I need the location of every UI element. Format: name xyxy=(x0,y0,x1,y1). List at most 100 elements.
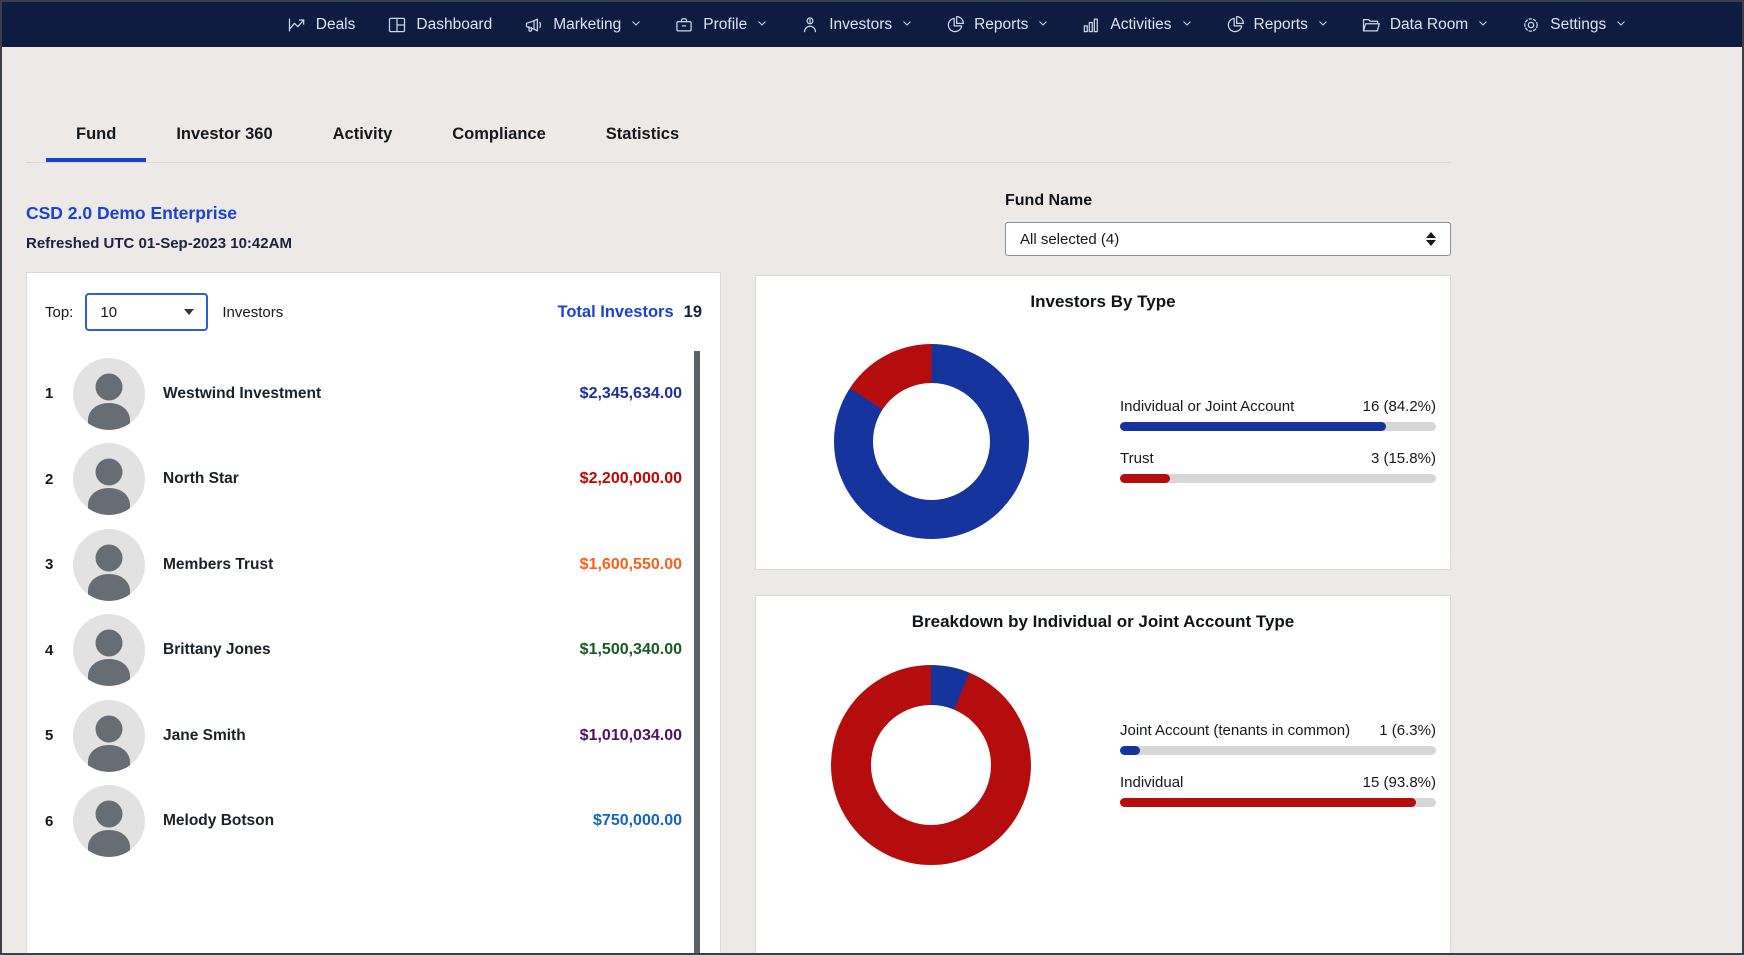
nav-item-label: Activities xyxy=(1110,16,1171,34)
nav-item-label: Reports xyxy=(1254,16,1308,34)
top-count-select[interactable]: 10 xyxy=(85,293,208,331)
top-count-value: 10 xyxy=(100,304,117,321)
nav-item-settings[interactable]: Settings xyxy=(1521,15,1627,35)
list-item[interactable]: 3 Members Trust $1,600,550.00 xyxy=(45,522,682,608)
rank-number: 1 xyxy=(45,385,73,402)
bar-chart-icon xyxy=(1081,15,1101,35)
rank-number: 6 xyxy=(45,813,73,830)
fund-name-select[interactable]: All selected (4) xyxy=(1005,222,1451,256)
nav-item-reports[interactable]: Reports xyxy=(945,15,1049,35)
pie-chart-icon xyxy=(945,15,965,35)
top-nav: Deals Dashboard Marketing Profile xyxy=(2,2,1742,47)
list-item[interactable]: 1 Westwind Investment $2,345,634.00 xyxy=(45,351,682,437)
investor-amount: $1,010,034.00 xyxy=(580,727,682,745)
list-item[interactable]: 5 Jane Smith $1,010,034.00 xyxy=(45,693,682,779)
investor-amount: $1,600,550.00 xyxy=(580,556,682,574)
investor-name: Members Trust xyxy=(163,556,580,574)
select-updown-icon xyxy=(1426,232,1436,246)
legend-label: Joint Account (tenants in common) xyxy=(1120,722,1350,739)
list-item[interactable]: 4 Brittany Jones $1,500,340.00 xyxy=(45,608,682,694)
investor-amount: $750,000.00 xyxy=(593,812,682,830)
investor-list: 1 Westwind Investment $2,345,634.00 2 No… xyxy=(45,351,682,864)
chevron-down-icon xyxy=(1477,16,1489,34)
tab-investor-360[interactable]: Investor 360 xyxy=(146,110,302,162)
nav-item-label: Data Room xyxy=(1390,16,1468,34)
chevron-down-icon xyxy=(756,16,768,34)
rank-number: 4 xyxy=(45,642,73,659)
total-investors-value: 19 xyxy=(684,303,702,322)
list-item[interactable]: 6 Melody Botson $750,000.00 xyxy=(45,779,682,865)
top-investors-controls: Top: 10 Investors Total Investors 19 xyxy=(45,292,702,332)
chevron-down-icon xyxy=(901,16,913,34)
breakdown-donut xyxy=(831,665,1031,865)
legend-item: Individual 15 (93.8%) xyxy=(1120,774,1436,807)
nav-item-activities[interactable]: Activities xyxy=(1081,15,1192,35)
avatar xyxy=(73,700,145,772)
investor-name: Brittany Jones xyxy=(163,641,580,659)
list-item[interactable]: 2 North Star $2,200,000.00 xyxy=(45,437,682,523)
nav-item-reports-2[interactable]: Reports xyxy=(1225,15,1329,35)
investor-amount: $2,200,000.00 xyxy=(580,470,682,488)
donut-hole xyxy=(873,383,990,500)
investor-amount: $2,345,634.00 xyxy=(580,385,682,403)
nav-item-label: Investors xyxy=(829,16,892,34)
legend-value: 16 (84.2%) xyxy=(1363,398,1436,415)
gear-icon xyxy=(1521,15,1541,35)
tab-statistics[interactable]: Statistics xyxy=(576,110,709,162)
avatar xyxy=(73,358,145,430)
legend-item: Joint Account (tenants in common) 1 (6.3… xyxy=(1120,722,1436,755)
breakdown-account-type-panel: Breakdown by Individual or Joint Account… xyxy=(755,595,1451,955)
tab-fund[interactable]: Fund xyxy=(46,110,146,162)
avatar xyxy=(73,614,145,686)
fund-name-label: Fund Name xyxy=(1005,192,1092,210)
chart-title: Investors By Type xyxy=(756,292,1450,312)
rank-number: 2 xyxy=(45,471,73,488)
dashboard-icon xyxy=(387,15,407,35)
legend-bar-fill xyxy=(1120,798,1416,807)
legend-value: 1 (6.3%) xyxy=(1379,722,1436,739)
top-label: Top: xyxy=(45,304,73,321)
legend-bar-fill xyxy=(1120,422,1386,431)
briefcase-icon xyxy=(674,15,694,35)
nav-item-deals[interactable]: Deals xyxy=(287,15,356,35)
scrollbar-thumb[interactable] xyxy=(694,351,700,955)
legend-value: 3 (15.8%) xyxy=(1371,450,1436,467)
legend-label: Individual xyxy=(1120,774,1183,791)
nav-item-profile[interactable]: Profile xyxy=(674,15,768,35)
trend-chart-icon xyxy=(287,15,307,35)
tab-compliance[interactable]: Compliance xyxy=(422,110,576,162)
nav-item-label: Deals xyxy=(316,16,356,34)
investor-name: Melody Botson xyxy=(163,812,593,830)
tab-activity[interactable]: Activity xyxy=(303,110,423,162)
app-window: Deals Dashboard Marketing Profile xyxy=(0,0,1744,955)
megaphone-icon xyxy=(524,15,544,35)
nav-item-investors[interactable]: Investors xyxy=(800,15,913,35)
chevron-down-icon xyxy=(1037,16,1049,34)
nav-item-label: Marketing xyxy=(553,16,621,34)
legend-label: Individual or Joint Account xyxy=(1120,398,1294,415)
nav-item-dashboard[interactable]: Dashboard xyxy=(387,15,492,35)
chart-title: Breakdown by Individual or Joint Account… xyxy=(756,612,1450,632)
chevron-down-icon xyxy=(1615,16,1627,34)
top-investors-panel: Top: 10 Investors Total Investors 19 1 W… xyxy=(26,272,721,955)
legend-bar-fill xyxy=(1120,746,1140,755)
legend-item: Trust 3 (15.8%) xyxy=(1120,450,1436,483)
nav-item-label: Reports xyxy=(974,16,1028,34)
donut-hole xyxy=(871,705,991,825)
fund-title-link[interactable]: CSD 2.0 Demo Enterprise xyxy=(26,203,237,224)
avatar xyxy=(73,529,145,601)
chevron-down-icon xyxy=(1181,16,1193,34)
avatar xyxy=(73,443,145,515)
nav-item-data-room[interactable]: Data Room xyxy=(1361,15,1489,35)
list-scrollbar xyxy=(694,351,700,955)
legend-bar-fill xyxy=(1120,474,1170,483)
chevron-down-icon xyxy=(630,16,642,34)
legend-bar-track xyxy=(1120,474,1436,483)
nav-item-marketing[interactable]: Marketing xyxy=(524,15,642,35)
nav-item-label: Settings xyxy=(1550,16,1606,34)
legend-bar-track xyxy=(1120,798,1436,807)
nav-item-label: Dashboard xyxy=(416,16,492,34)
investor-name: North Star xyxy=(163,470,580,488)
pie-chart-icon xyxy=(1225,15,1245,35)
total-investors-link[interactable]: Total Investors xyxy=(558,303,674,322)
